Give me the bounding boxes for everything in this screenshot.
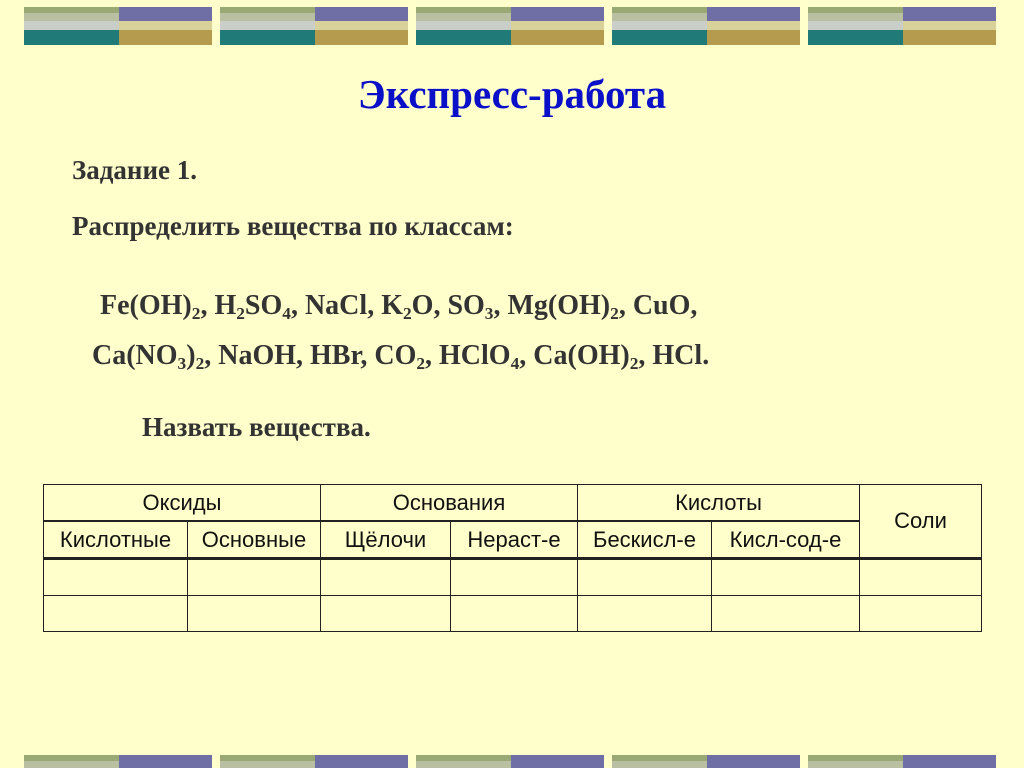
naming-instruction: Назвать вещества. xyxy=(142,412,371,442)
chemical-formula: K2O xyxy=(381,290,434,324)
decor-tile xyxy=(24,755,212,768)
top-decorative-band xyxy=(0,7,1024,47)
subheader-acidic: Кислотные xyxy=(43,520,188,560)
decor-tile xyxy=(220,7,408,45)
subheader-alkalis: Щёлочи xyxy=(320,520,451,560)
chemical-formula: CuO xyxy=(632,290,691,321)
decor-tile xyxy=(24,7,212,45)
slide-title: Экспресс-работа xyxy=(357,71,667,117)
header-oxides: Оксиды xyxy=(43,484,321,522)
table-cell[interactable] xyxy=(43,595,188,632)
formula-list-line-2: Ca(NO3)2, NaOH, HBr, CO2, HClO4, Ca(OH)2… xyxy=(92,340,710,374)
header-salts: Соли xyxy=(859,484,982,560)
decor-tile xyxy=(808,755,996,768)
chemical-formula: HCl xyxy=(652,340,703,371)
chemical-formula: NaOH xyxy=(218,340,297,371)
classification-table: Оксиды Основания Кислоты Соли Кислотные … xyxy=(43,484,982,632)
formula-list-line-1: Fe(OH)2, H2SO4, NaCl, K2O, SO3, Mg(OH)2,… xyxy=(100,290,698,324)
task-number: Задание 1. xyxy=(72,155,198,185)
subheader-basic: Основные xyxy=(187,520,321,560)
table-cell[interactable] xyxy=(577,558,712,596)
decor-tile xyxy=(416,7,604,45)
table-cell[interactable] xyxy=(187,595,321,632)
task-instruction: Распределить вещества по классам: xyxy=(72,211,514,241)
decor-tile xyxy=(612,755,800,768)
subheader-oxygen-containing: Кисл-сод-е xyxy=(711,520,860,560)
chemical-formula: Fe(OH)2 xyxy=(100,290,201,324)
chemical-formula: SO3 xyxy=(447,290,494,324)
header-acids: Кислоты xyxy=(577,484,860,522)
table-cell[interactable] xyxy=(43,558,188,596)
chemical-formula: HClO4 xyxy=(439,340,520,374)
decor-tile xyxy=(808,7,996,45)
decor-tile xyxy=(612,7,800,45)
header-bases: Основания xyxy=(320,484,578,522)
table-cell[interactable] xyxy=(577,595,712,632)
chemical-formula: CO2 xyxy=(374,340,426,374)
bottom-decorative-band xyxy=(0,755,1024,768)
chemical-formula: Ca(OH)2 xyxy=(533,340,639,374)
table-cell[interactable] xyxy=(450,558,578,596)
table-cell[interactable] xyxy=(187,558,321,596)
table-cell[interactable] xyxy=(320,558,451,596)
table-cell[interactable] xyxy=(450,595,578,632)
table-cell[interactable] xyxy=(711,558,860,596)
chemical-formula: NaCl xyxy=(304,290,368,321)
subheader-oxygen-free: Бескисл-е xyxy=(577,520,712,560)
table-cell[interactable] xyxy=(859,558,982,596)
decor-tile xyxy=(220,755,408,768)
chemical-formula: Mg(OH)2 xyxy=(507,290,619,324)
decor-tile xyxy=(416,755,604,768)
subheader-insoluble: Нераст-е xyxy=(450,520,578,560)
table-row xyxy=(43,595,982,632)
chemical-formula: Ca(NO3)2 xyxy=(92,340,205,374)
table-cell[interactable] xyxy=(320,595,451,632)
table-cell[interactable] xyxy=(711,595,860,632)
chemical-formula: HBr xyxy=(310,340,361,371)
table-cell[interactable] xyxy=(859,595,982,632)
chemical-formula: H2SO4 xyxy=(214,290,291,324)
table-row xyxy=(43,558,982,596)
